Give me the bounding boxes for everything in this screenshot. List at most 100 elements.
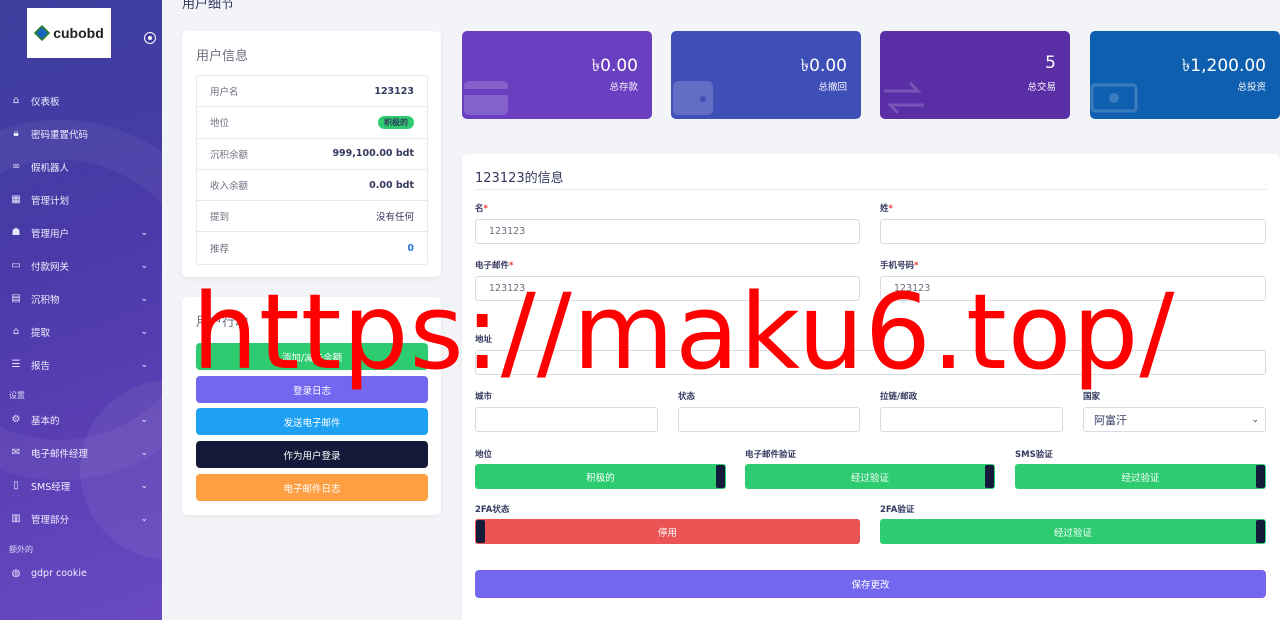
referral-count-link[interactable]: 0 [407,243,414,254]
toggle-label: 停用 [657,527,677,539]
address-field[interactable] [475,350,1266,375]
toggle-handle [985,465,994,488]
twofa-verify-label: 2FA验证 [880,505,915,515]
state-field[interactable] [678,407,860,432]
sidebar-item-withdraw[interactable]: ⌂ 提取 ⌄ [0,315,162,348]
stat-total-transactions[interactable]: 5 总交易 [880,31,1070,119]
list-item: 沉积余额 999,100.00 bdt [197,139,427,170]
login-logs-button[interactable]: 登录日志 [196,376,428,403]
toggle-label: 积极的 [586,472,615,484]
last-name-field[interactable] [880,219,1266,244]
info-key: 用户名 [210,87,239,99]
stat-total-deposit[interactable]: ৳0.00 总存款 [462,31,652,119]
send-email-button[interactable]: 发送电子邮件 [196,408,428,435]
user-info-form: 123123的信息 名* 123123 姓* 电子邮件* 123123 手机号码… [462,154,1280,620]
mobile-field[interactable]: 123123 [880,276,1266,301]
sidebar-item-password-reset[interactable]: 🔒︎ 密码重置代码 [0,117,162,150]
sidebar-item-gdpr-cookie[interactable]: ◍ gdpr cookie [0,557,162,590]
sidebar-item-label: 密码重置代码 [31,129,89,141]
stat-value: 5 [1045,53,1056,73]
sidebar-item-users[interactable]: ☗ 管理用户 ⌄ [0,216,162,249]
chevron-down-icon: ⌄ [140,293,148,304]
gear-icon: ⚙ [11,414,21,425]
credit-card-icon [464,81,508,115]
email-field[interactable]: 123123 [475,276,860,301]
country-select[interactable]: 阿富汗 ⌄ [1083,407,1266,432]
sidebar-item-label: 付款网关 [31,261,70,273]
list-item: 提到 没有任何 [197,201,427,233]
money-icon [1090,83,1138,113]
last-name-label: 姓* [880,204,893,214]
sidebar-item-label: SMS经理 [31,481,71,493]
list-item: 收入余额 0.00 bdt [197,170,427,202]
city-label: 城市 [475,392,493,402]
sidebar-item-deposits[interactable]: ▤ 沉积物 ⌄ [0,282,162,315]
stat-label: 总投资 [1237,82,1266,93]
sidebar-item-label: 电子邮件经理 [31,448,89,460]
zip-field[interactable] [880,407,1063,432]
stat-label: 总存款 [609,82,638,93]
chevron-down-icon: ⌄ [140,227,148,238]
info-value: 123123 [374,85,414,97]
email-verify-toggle[interactable]: 经过验证 [745,464,995,489]
card-icon: ▭ [11,260,21,271]
sidebar-item-label: 仪表板 [31,96,60,108]
sidebar-item-label: 管理部分 [31,514,70,526]
sidebar-item-fake-robot[interactable]: ∞ 假机器人 [0,150,162,183]
sidebar-toggle-icon[interactable] [144,32,156,44]
user-actions-title: 用户行动 [196,315,249,330]
sms-verify-toggle[interactable]: 经过验证 [1015,464,1266,489]
email-log-button[interactable]: 电子邮件日志 [196,474,428,501]
sidebar-item-sms-manager[interactable]: ▯ SMS经理 ⌄ [0,469,162,502]
stat-total-investment[interactable]: ৳1,200.00 总投资 [1090,31,1280,119]
chevron-down-icon: ⌄ [140,447,148,458]
chevron-down-icon: ⌄ [140,480,148,491]
sidebar-item-label: 管理用户 [31,228,70,240]
sidebar-item-label: 管理计划 [31,195,70,207]
info-key: 地位 [210,118,230,130]
info-key: 提到 [210,212,230,224]
sidebar-item-plans[interactable]: ▦ 管理计划 [0,183,162,216]
info-key: 推荐 [210,244,230,256]
logo-mark-icon [34,25,50,41]
twofa-status-label: 2FA状态 [475,505,510,515]
stat-value: ৳0.00 [591,56,638,76]
first-name-field[interactable]: 123123 [475,219,860,244]
address-label: 地址 [475,335,493,345]
twofa-status-toggle[interactable]: 停用 [475,519,860,544]
status-badge: 积极的 [378,115,414,129]
sidebar-item-dashboard[interactable]: ⌂ 仪表板 [0,84,162,117]
divider [475,189,1267,190]
twofa-verify-toggle[interactable]: 经过验证 [880,519,1266,544]
city-field[interactable] [475,407,658,432]
chevron-down-icon: ⌄ [140,326,148,337]
user-info-list: 用户名 123123 地位 积极的 沉积余额 999,100.00 bdt 收入… [196,75,428,265]
sidebar-item-manage-section[interactable]: ▥ 管理部分 ⌄ [0,502,162,535]
stat-value: ৳1,200.00 [1181,56,1266,76]
sidebar-item-reports[interactable]: ☰ 报告 ⌄ [0,348,162,381]
sidebar-item-email-manager[interactable]: ✉ 电子邮件经理 ⌄ [0,436,162,469]
sidebar-item-label: 提取 [31,327,51,339]
user-info-title: 用户信息 [196,49,249,64]
logo[interactable]: cubobd [27,8,111,58]
chevron-down-icon: ⌄ [140,513,148,524]
list-icon: ☰ [11,359,21,370]
info-key: 沉积余额 [210,149,249,161]
mobile-label: 手机号码* [880,261,919,271]
add-subtract-balance-button[interactable]: 添加/减去余额 [196,343,428,370]
toggle-label: 经过验证 [1121,472,1160,484]
logo-text: cubobd [53,25,104,41]
stat-value: ৳0.00 [800,56,847,76]
status-toggle[interactable]: 积极的 [475,464,726,489]
mail-icon: ✉ [11,447,21,458]
chevron-down-icon: ⌄ [140,260,148,271]
stat-total-withdraw[interactable]: ৳0.00 总撤回 [671,31,861,119]
sidebar-item-payment-gateway[interactable]: ▭ 付款网关 ⌄ [0,249,162,282]
login-as-user-button[interactable]: 作为用户登录 [196,441,428,468]
doc-icon: ▥ [11,513,21,524]
sidebar-section-extra: 额外的 [9,545,33,554]
sidebar-item-general[interactable]: ⚙ 基本的 ⌄ [0,403,162,436]
sidebar-item-label: gdpr cookie [31,568,87,579]
save-changes-button[interactable]: 保存更改 [475,570,1266,598]
toggle-handle [1256,520,1265,543]
